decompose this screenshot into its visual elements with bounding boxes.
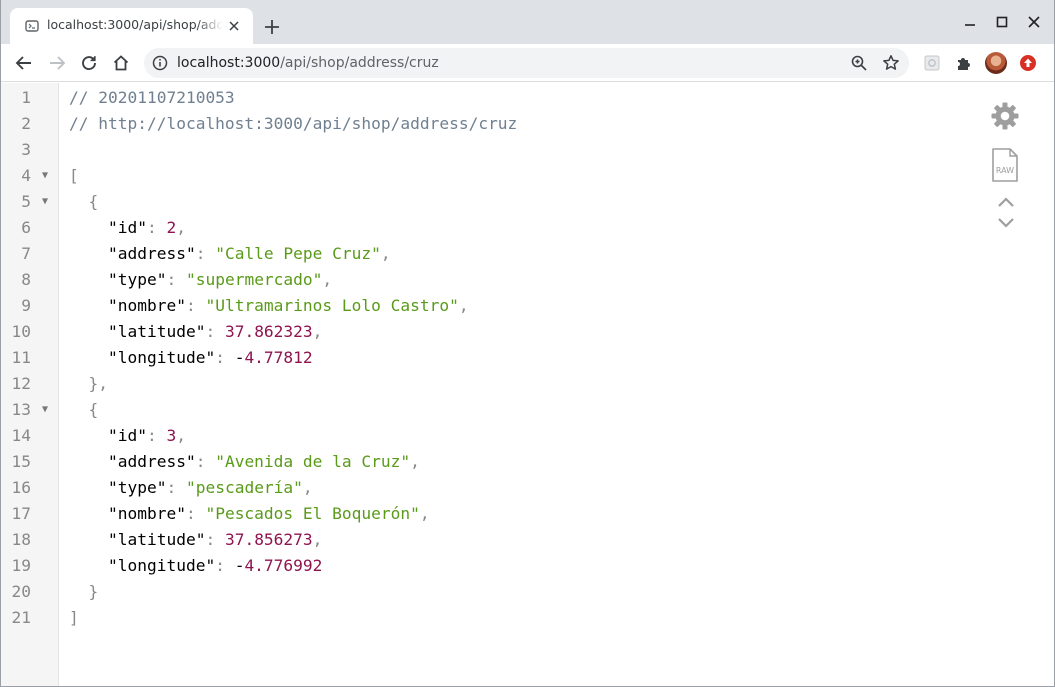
minimize-icon[interactable] — [960, 12, 980, 32]
code-text: "longitude": -4.776992 — [107, 556, 323, 575]
line-number: 14 — [11, 426, 32, 445]
code-line: 7 "address": "Calle Pepe Cruz", — [1, 241, 961, 267]
code-text: [ — [69, 166, 79, 185]
line-number: 7 — [21, 244, 31, 263]
code-line: 21] — [1, 605, 961, 631]
line-number: 5 — [21, 192, 31, 211]
code-line: 8 "type": "supermercado", — [1, 267, 961, 293]
update-icon[interactable] — [1016, 51, 1040, 75]
code-text: { — [88, 400, 99, 419]
toolbar: localhost:3000/api/shop/address/cruz — [1, 44, 1054, 82]
tab-title: localhost:3000/api/shop/address/cruz — [47, 17, 223, 32]
code-text: } — [88, 582, 99, 601]
line-number: 20 — [11, 582, 32, 601]
code-text: "nombre": "Ultramarinos Lolo Castro", — [107, 296, 469, 315]
url-host: localhost:3000 — [177, 55, 281, 71]
close-window-icon[interactable] — [1024, 12, 1044, 32]
reload-icon[interactable] — [77, 51, 101, 75]
home-icon[interactable] — [109, 51, 133, 75]
address-bar[interactable]: localhost:3000/api/shop/address/cruz — [144, 48, 909, 78]
line-number: 6 — [21, 218, 31, 237]
code-line: 4 ▼ [ — [1, 163, 961, 189]
raw-label: RAW — [996, 166, 1014, 175]
code-line: 13 ▼ { — [1, 397, 961, 423]
line-number: 4 — [21, 166, 31, 185]
line-number: 21 — [11, 608, 32, 627]
puzzle-icon[interactable] — [952, 51, 976, 75]
browser-window: localhost:3000/api/shop/address/cruz — [0, 0, 1055, 687]
globe-icon — [24, 18, 40, 34]
line-number: 1 — [21, 88, 31, 107]
avatar[interactable] — [985, 52, 1007, 74]
line-number: 17 — [11, 504, 32, 523]
code-line: 9 "nombre": "Ultramarinos Lolo Castro", — [1, 293, 961, 319]
fold-toggle-icon[interactable]: ▼ — [42, 163, 48, 189]
line-number: 15 — [11, 452, 32, 471]
code-line: 12 }, — [1, 371, 961, 397]
line-number: 11 — [11, 348, 32, 367]
line-number: 16 — [11, 478, 32, 497]
url-path: /api/shop/address/cruz — [280, 55, 439, 71]
line-number: 18 — [11, 530, 32, 549]
line-number: 9 — [21, 296, 31, 315]
url-text[interactable]: localhost:3000/api/shop/address/cruz — [177, 55, 439, 71]
zoom-icon[interactable] — [850, 54, 868, 72]
code-line: 20 } — [1, 579, 961, 605]
code-text: "type": "supermercado", — [107, 270, 333, 289]
code-text: // 20201107210053 — [69, 88, 235, 107]
code-line: 5 ▼ { — [1, 189, 961, 215]
code-text: "nombre": "Pescados El Boquerón", — [107, 504, 430, 523]
line-number: 13 — [11, 400, 32, 419]
tab-active[interactable]: localhost:3000/api/shop/address/cruz — [10, 8, 253, 44]
code-text: "id": 3, — [107, 426, 186, 445]
tab-strip: localhost:3000/api/shop/address/cruz — [1, 0, 1054, 44]
code-line: 1 // 20201107210053 — [1, 85, 961, 111]
code-text: "address": "Calle Pepe Cruz", — [107, 244, 391, 263]
json-viewer: 1 // 20201107210053 2 // http://localhost:3… — [1, 83, 1054, 686]
star-icon[interactable] — [882, 54, 900, 72]
expand-down-icon[interactable] — [995, 215, 1017, 231]
code-text: "latitude": 37.862323, — [107, 322, 323, 341]
info-icon[interactable] — [152, 55, 168, 71]
code-line: 3 — [1, 137, 961, 163]
forward-icon[interactable] — [45, 51, 69, 75]
code-line: 19 "longitude": -4.776992 — [1, 553, 961, 579]
code-line: 2 // http://localhost:3000/api/shop/addre… — [1, 111, 961, 137]
code-text: }, — [88, 374, 109, 393]
line-number: 19 — [11, 556, 32, 575]
code-line: 14 "id": 3, — [1, 423, 961, 449]
code-text: { — [88, 192, 99, 211]
settings-gear-icon[interactable] — [988, 99, 1022, 133]
code-text: "longitude": -4.77812 — [107, 348, 313, 367]
code-line: 11 "longitude": -4.77812 — [1, 345, 961, 371]
fold-toggle-icon[interactable]: ▼ — [42, 397, 48, 423]
line-number: 10 — [11, 322, 32, 341]
code-text: // http://localhost:3000/api/shop/addres… — [69, 114, 518, 133]
collapse-up-icon[interactable] — [995, 194, 1017, 210]
line-number: 2 — [21, 114, 31, 133]
code-text: "type": "pescadería", — [107, 478, 313, 497]
maximize-icon[interactable] — [992, 12, 1012, 32]
line-number: 8 — [21, 270, 31, 289]
code-area: 1 // 20201107210053 2 // http://localhost:3… — [1, 85, 961, 631]
extension-icon[interactable] — [920, 51, 944, 75]
code-line: 16 "type": "pescadería", — [1, 475, 961, 501]
code-text: ] — [69, 608, 79, 627]
code-line: 6 "id": 2, — [1, 215, 961, 241]
code-text: "address": "Avenida de la Cruz", — [107, 452, 420, 471]
code-line: 18 "latitude": 37.856273, — [1, 527, 961, 553]
new-tab-icon[interactable] — [262, 17, 282, 37]
code-text: "latitude": 37.856273, — [107, 530, 323, 549]
back-icon[interactable] — [12, 51, 36, 75]
code-line: 10 "latitude": 37.862323, — [1, 319, 961, 345]
line-number: 3 — [21, 140, 31, 159]
code-line: 17 "nombre": "Pescados El Boquerón", — [1, 501, 961, 527]
code-text: "id": 2, — [107, 218, 186, 237]
close-tab-icon[interactable] — [225, 17, 243, 35]
fold-toggle-icon[interactable]: ▼ — [42, 189, 48, 215]
raw-icon[interactable]: RAW — [988, 146, 1022, 184]
line-number: 12 — [11, 374, 32, 393]
code-line: 15 "address": "Avenida de la Cruz", — [1, 449, 961, 475]
